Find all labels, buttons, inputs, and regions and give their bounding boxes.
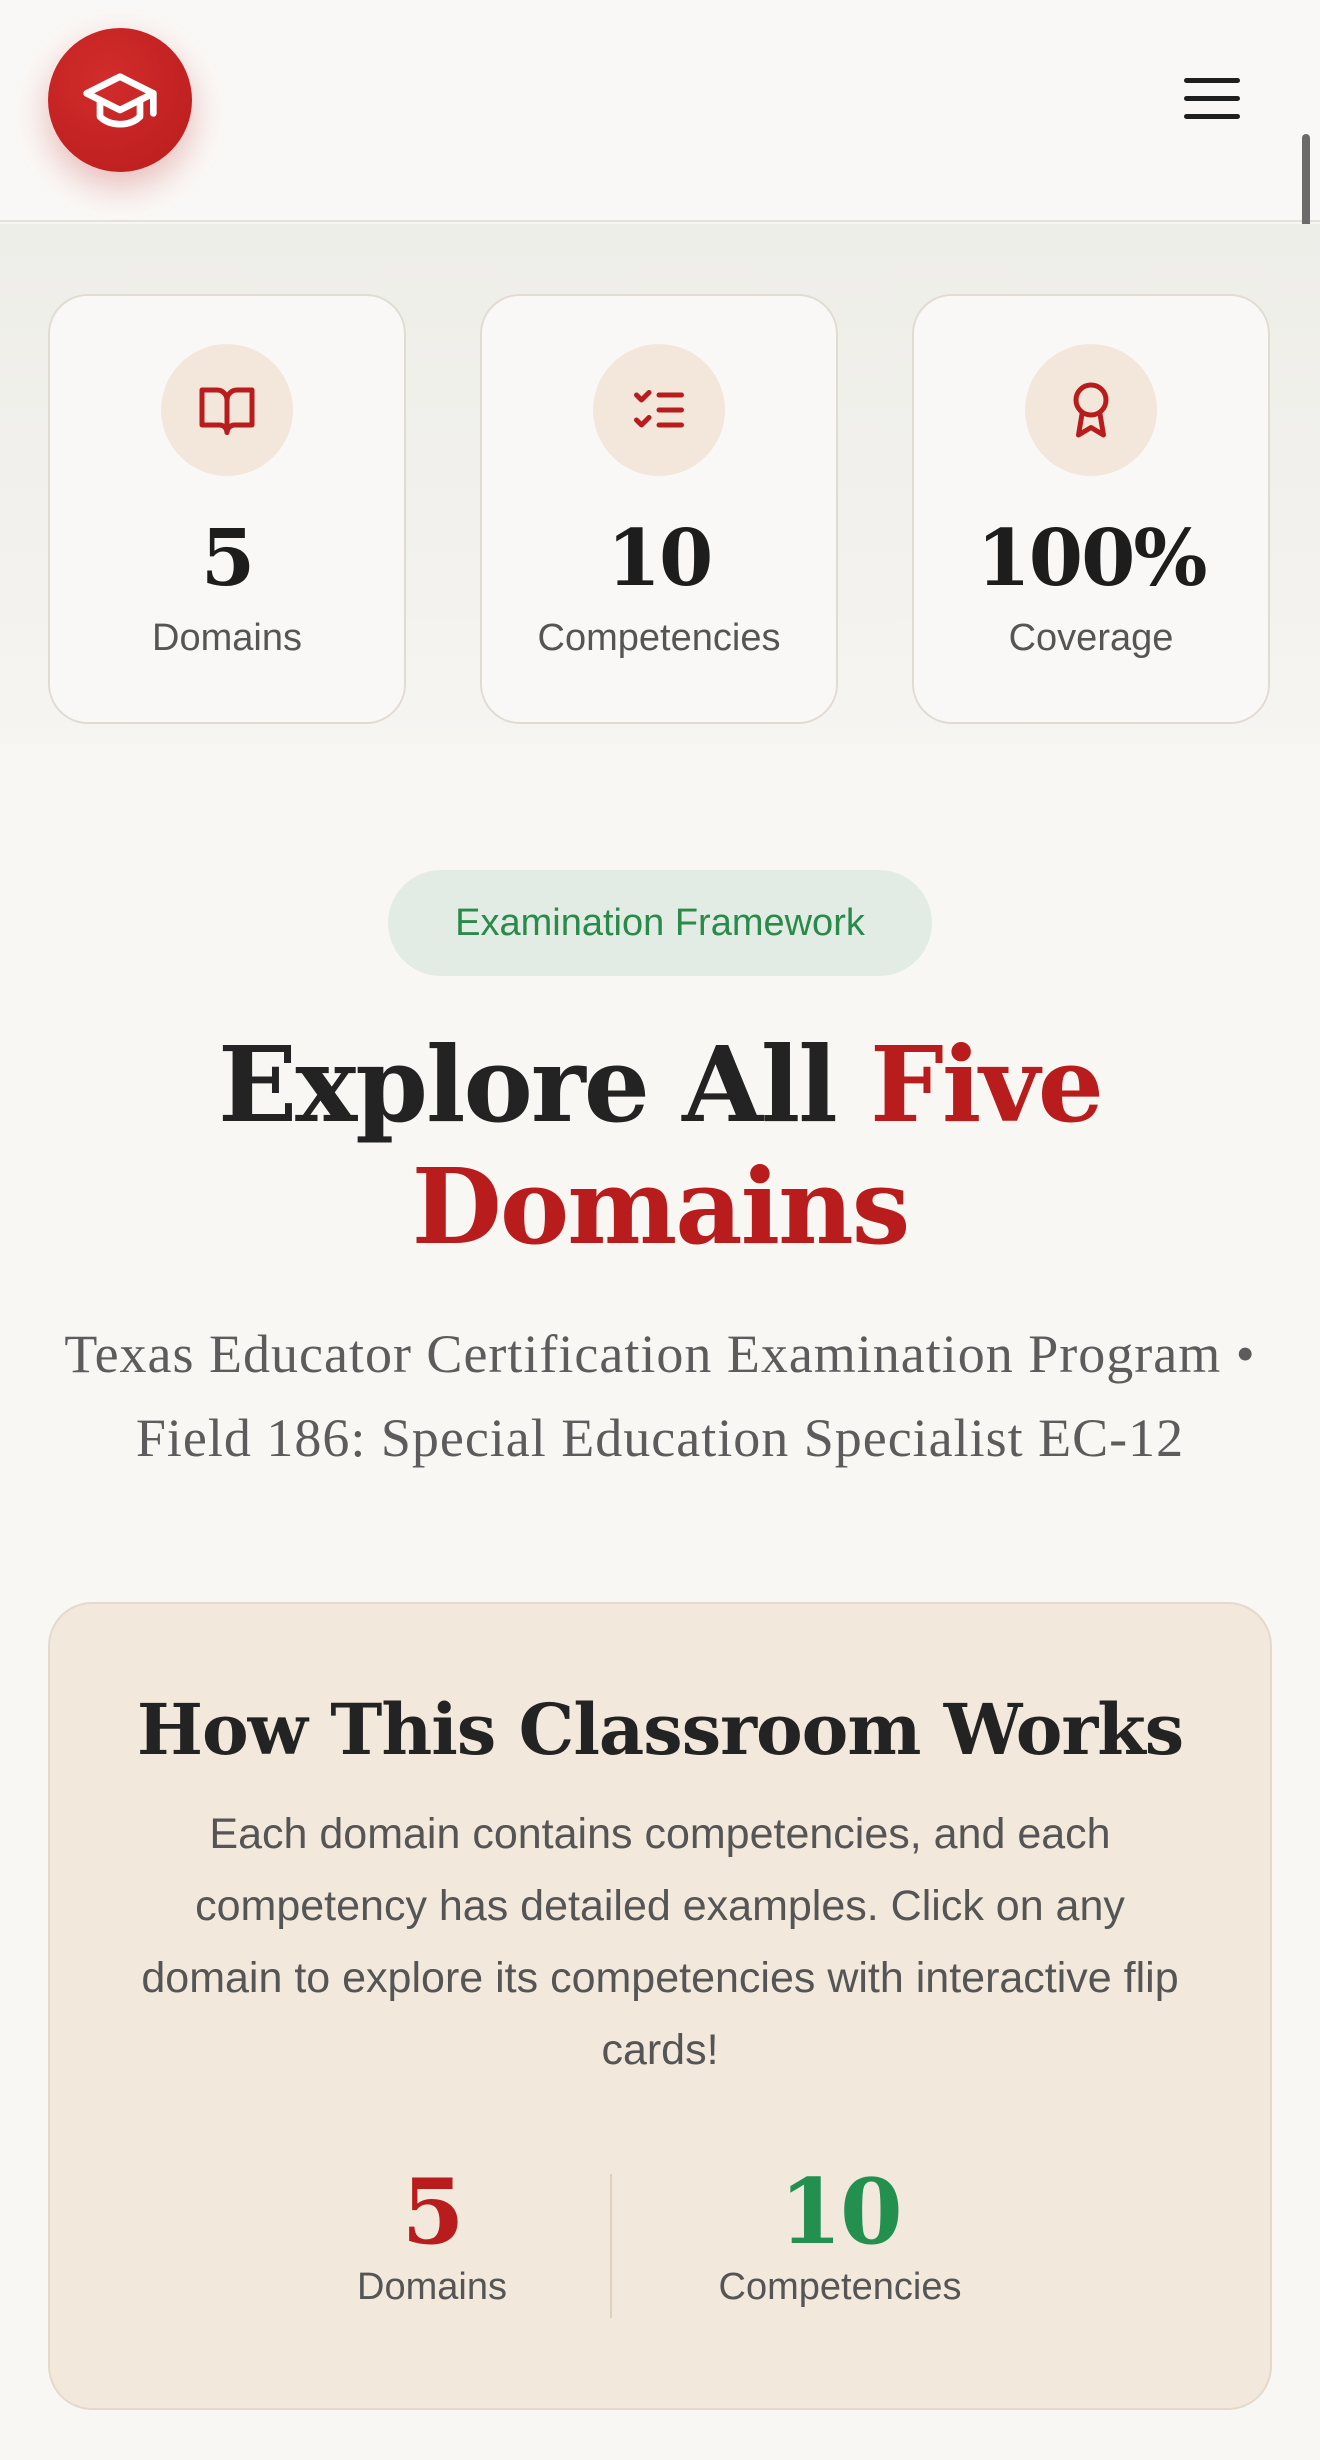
how-it-works-title: How This Classroom Works (136, 1688, 1184, 1771)
award-ribbon-icon (1073, 382, 1109, 438)
checklist-icon (634, 390, 684, 428)
title-main: Explore All (218, 1023, 838, 1146)
stat-label: Domains (152, 617, 302, 659)
site-logo[interactable] (48, 28, 192, 172)
info-stat-value: 10 (779, 2159, 902, 2265)
stat-label: Coverage (1008, 617, 1174, 659)
stat-card-competencies: 10 Competencies (480, 294, 838, 724)
hamburger-menu-icon (1184, 78, 1240, 119)
top-header (0, 0, 1320, 222)
stat-icon-wrapper (1025, 344, 1157, 476)
stat-value: 100% (976, 513, 1208, 604)
how-it-works-description: Each domain contains competencies, and e… (141, 1810, 1179, 2074)
info-stat-domains: 5 Domains (252, 2164, 612, 2314)
stat-value: 5 (200, 513, 255, 604)
graduation-cap-icon (83, 73, 157, 128)
stat-icon-wrapper (593, 344, 725, 476)
stat-icon-wrapper (161, 344, 293, 476)
info-stat-competencies: 10 Competencies (660, 2164, 1020, 2314)
info-stat-label: Competencies (718, 2266, 962, 2308)
menu-button[interactable] (1170, 66, 1254, 132)
stat-label: Competencies (537, 617, 781, 659)
section-title: Explore All Five Domains (0, 1024, 1320, 1268)
stat-card-domains: 5 Domains (48, 294, 406, 724)
open-book-icon (199, 387, 255, 435)
section-subtitle: Texas Educator Certification Examination… (64, 1324, 1256, 1468)
info-stat-label: Domains (357, 2266, 507, 2308)
info-stat-value: 5 (401, 2159, 465, 2265)
stat-value: 10 (606, 513, 714, 604)
section-badge: Examination Framework (388, 870, 932, 976)
stat-divider (610, 2174, 612, 2318)
stat-card-coverage: 100% Coverage (912, 294, 1270, 724)
how-it-works-card: How This Classroom Works Each domain con… (48, 1602, 1272, 2410)
